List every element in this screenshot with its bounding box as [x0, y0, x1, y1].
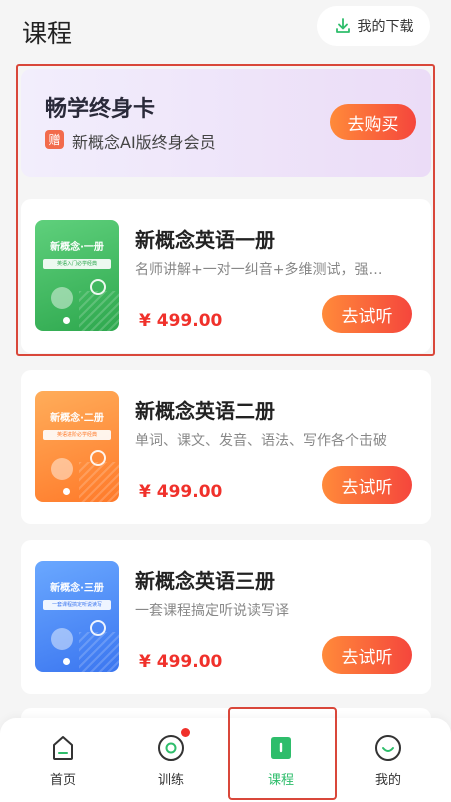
- course-description: 一套课程搞定听说读写译: [135, 603, 289, 619]
- tab-training-label: 训练: [157, 773, 184, 788]
- cover-decoration: [79, 632, 119, 672]
- course-description: 单词、课文、发音、语法、写作各个击破: [135, 433, 387, 449]
- cover-decoration: [79, 462, 119, 502]
- cover-title: 新概念·二册: [50, 413, 104, 424]
- tab-home[interactable]: 首页: [7, 718, 119, 802]
- page-title: 课程: [22, 19, 73, 48]
- course-card-book2[interactable]: 新概念·二册 英语进阶必学经典 新概念英语二册 单词、课文、发音、语法、写作各个…: [21, 370, 431, 524]
- tab-home-label: 首页: [49, 773, 76, 788]
- cover-decoration: [63, 658, 70, 665]
- cover-tag: 一套课程搞定听说读写: [43, 600, 111, 610]
- highlight-box: [16, 64, 435, 356]
- tab-highlight-box: [228, 707, 337, 800]
- tab-profile-label: 我的: [374, 773, 401, 788]
- header: 课程 我的下载: [0, 0, 451, 60]
- course-price: ¥ 499.00: [139, 482, 223, 502]
- cover-tag: 英语进阶必学经典: [43, 430, 111, 440]
- download-icon: [335, 18, 350, 33]
- course-cover: 新概念·三册 一套课程搞定听说读写: [35, 561, 119, 672]
- cover-decoration: [63, 488, 70, 495]
- home-icon: [53, 736, 73, 760]
- course-cover: 新概念·二册 英语进阶必学经典: [35, 391, 119, 502]
- course-title: 新概念英语二册: [135, 399, 275, 423]
- training-icon: [158, 735, 184, 761]
- cover-decoration: [51, 628, 73, 650]
- bottom-tab-bar: 首页 训练 课程 我的: [0, 718, 451, 802]
- profile-icon: [375, 735, 401, 761]
- my-downloads-button[interactable]: 我的下载: [317, 6, 430, 46]
- notification-dot: [181, 728, 190, 737]
- my-downloads-label: 我的下载: [357, 19, 414, 35]
- tab-training[interactable]: 训练: [115, 718, 227, 802]
- course-title: 新概念英语三册: [135, 569, 275, 593]
- tab-profile[interactable]: 我的: [332, 718, 444, 802]
- cover-decoration: [51, 458, 73, 480]
- trial-button[interactable]: 去试听: [322, 466, 412, 504]
- course-price: ¥ 499.00: [139, 652, 223, 672]
- cover-title: 新概念·三册: [50, 583, 104, 594]
- course-card-book3[interactable]: 新概念·三册 一套课程搞定听说读写 新概念英语三册 一套课程搞定听说读写译 ¥ …: [21, 540, 431, 694]
- trial-button[interactable]: 去试听: [322, 636, 412, 674]
